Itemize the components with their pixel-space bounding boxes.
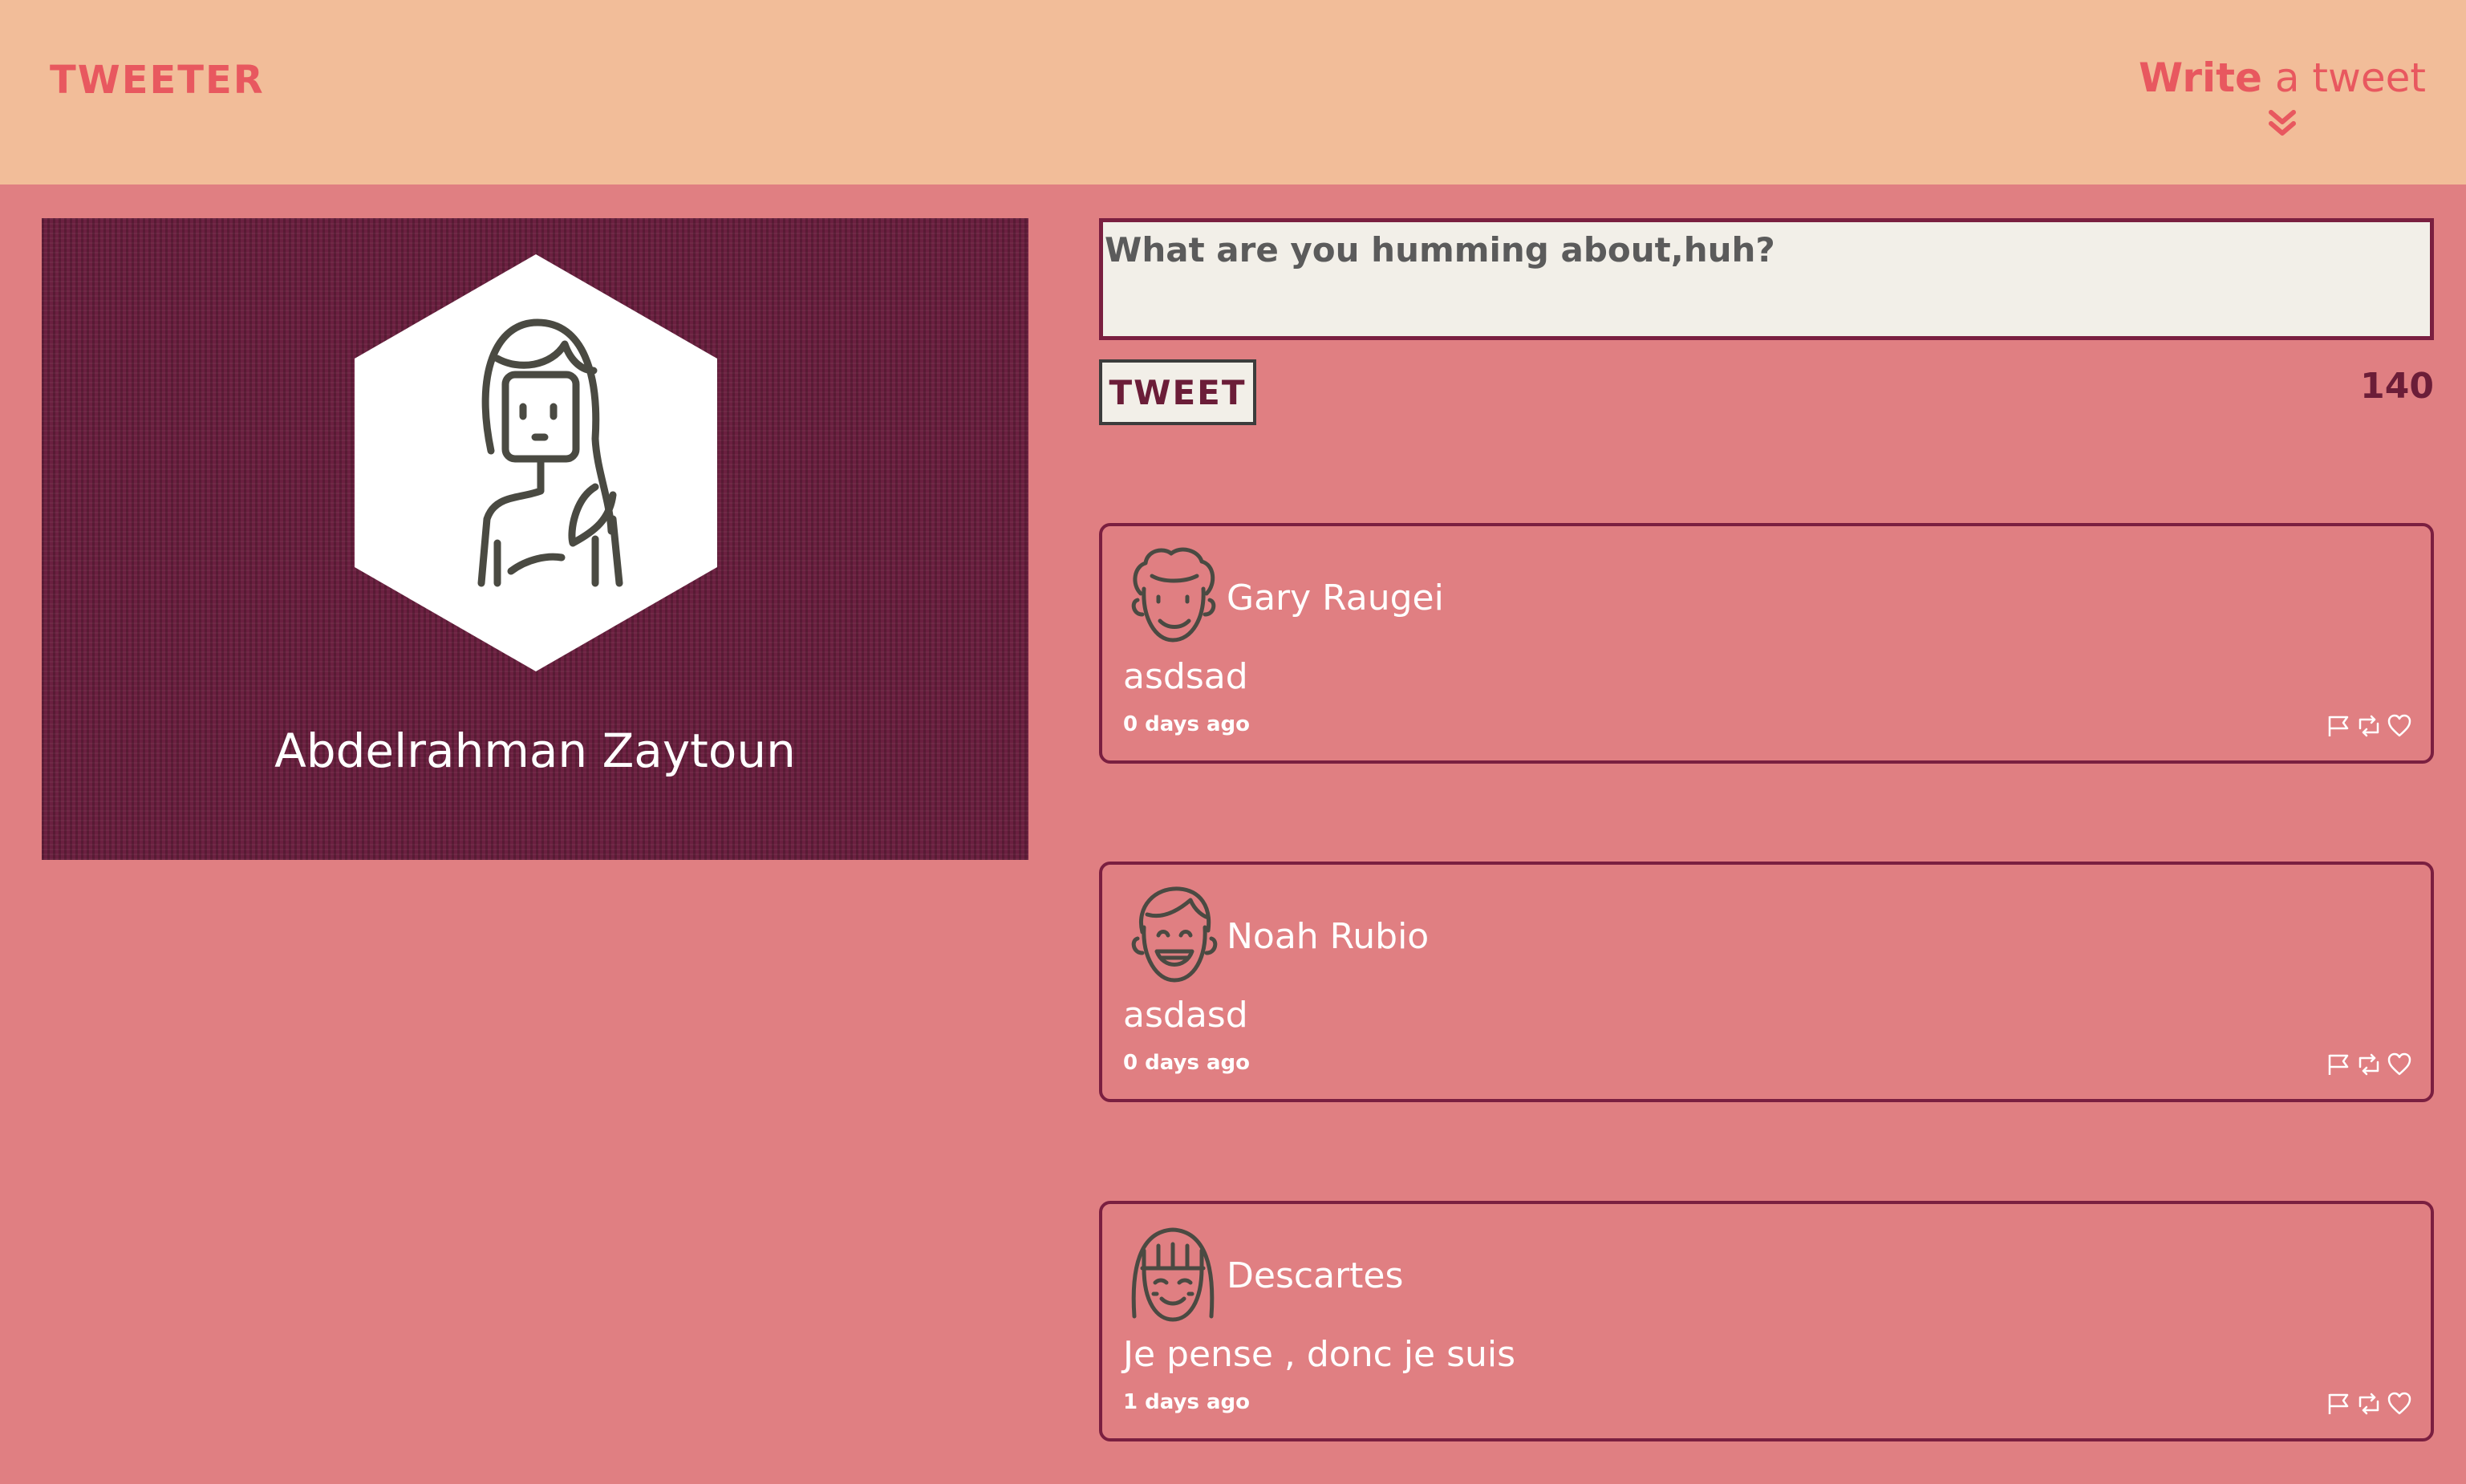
user-avatar	[1131, 547, 1216, 643]
profile-card: Abdelrahman Zaytoun	[42, 218, 1028, 860]
tweet-username[interactable]: Descartes	[1227, 1255, 1403, 1296]
user-avatar	[1131, 1227, 1215, 1322]
profile-avatar	[355, 254, 717, 671]
tweet-username[interactable]: Gary Raugei	[1227, 578, 1444, 618]
tweet-card: Descartes Je pense , donc je suis 1 days…	[1099, 1201, 2434, 1441]
retweet-icon[interactable]	[2355, 1390, 2383, 1417]
retweet-icon[interactable]	[2355, 712, 2383, 740]
tweet-timestamp: 0 days ago	[1123, 712, 1250, 736]
flag-icon[interactable]	[2325, 1390, 2352, 1417]
tweet-timestamp: 0 days ago	[1123, 1051, 1250, 1075]
tweet-actions	[2325, 1051, 2413, 1078]
tweet-label: a tweet	[2261, 55, 2426, 101]
tweet-card: Gary Raugei asdsad 0 days ago	[1099, 523, 2434, 764]
tweet-text: asdasd	[1123, 995, 1248, 1036]
tweet-button[interactable]: TWEET	[1099, 359, 1256, 425]
tweet-username[interactable]: Noah Rubio	[1227, 916, 1429, 957]
brand-logo[interactable]: TWEETER	[50, 58, 265, 103]
tweet-input[interactable]	[1099, 218, 2434, 340]
heart-icon[interactable]	[2386, 1390, 2413, 1417]
flag-icon[interactable]	[2325, 1051, 2352, 1078]
tweet-text: Je pense , donc je suis	[1123, 1334, 1516, 1375]
tweet-actions	[2325, 1390, 2413, 1417]
write-label: Write	[2139, 55, 2262, 101]
write-tweet-toggle[interactable]: Write a tweet	[2139, 55, 2426, 140]
character-counter: 140	[2360, 366, 2434, 407]
tweet-text: asdsad	[1123, 656, 1248, 697]
chevron-double-down-icon	[2269, 110, 2297, 136]
tweet-timestamp: 1 days ago	[1123, 1390, 1250, 1414]
navbar: TWEETER Write a tweet	[0, 0, 2466, 184]
heart-icon[interactable]	[2386, 1051, 2413, 1078]
tweet-actions	[2325, 712, 2413, 740]
heart-icon[interactable]	[2386, 712, 2413, 740]
flag-icon[interactable]	[2325, 712, 2352, 740]
profile-name: Abdelrahman Zaytoun	[274, 724, 796, 778]
tweet-card: Noah Rubio asdasd 0 days ago	[1099, 862, 2434, 1102]
user-avatar	[1131, 886, 1218, 983]
retweet-icon[interactable]	[2355, 1051, 2383, 1078]
